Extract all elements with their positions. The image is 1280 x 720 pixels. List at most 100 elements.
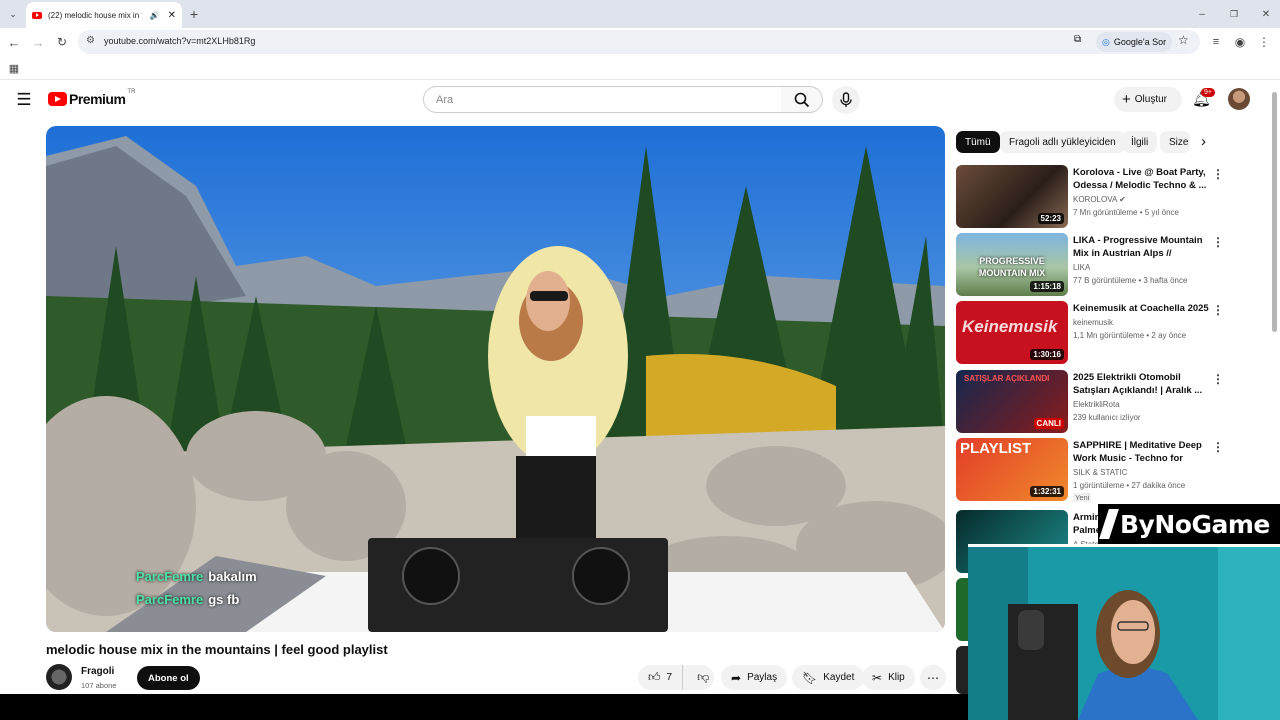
youtube-header: ☰ Premium TR Ara + Oluştur 🔔︎ 9+ [0,81,1270,119]
duration-badge: 1:15:18 [1030,281,1064,292]
clip-label: Klip [888,672,905,683]
create-button[interactable]: + Oluştur [1114,87,1182,112]
video-thumbnail[interactable] [956,646,968,694]
voice-search-button[interactable] [832,86,860,114]
profile-icon[interactable]: ◉ [1232,34,1248,50]
more-horizontal-icon: ⋯ [927,670,939,685]
duration-badge: 1:30:16 [1030,349,1064,360]
browser-toolbar: ← → ↻ ⚙ youtube.com/watch?v=mt2XLHb81Rg … [0,28,1280,56]
clip-button[interactable]: ✂ Klip [862,665,915,690]
search-button[interactable] [781,86,823,113]
install-icon[interactable]: ⧉ [1074,34,1081,45]
video-player[interactable]: ParcFemre bakalım ParcFemre gs fb [46,126,945,632]
chip-label: Tümü [965,136,991,148]
related-channel: keinemusik [1073,318,1114,327]
subscribe-button[interactable]: Abone ol [137,666,200,690]
channel-name[interactable]: Fragoli [81,666,114,677]
new-badge: Yeni [1073,493,1092,502]
browser-menu-icon[interactable]: ⋮ [1256,34,1272,50]
new-tab-icon[interactable]: + [186,6,202,22]
brand-text: ByNoGame [1120,509,1270,539]
chip-label: Fragoli adlı yükleyiciden [1009,136,1116,148]
apps-grid-icon[interactable]: ▦ [6,60,22,76]
related-title: 2025 Elektrikli Otomobil Satışları Açıkl… [1073,372,1203,396]
chips-next-icon[interactable]: › [1201,133,1206,150]
video-thumbnail: SATIŞLAR AÇIKLANDI CANLI [956,370,1068,433]
channel-avatar[interactable] [46,664,72,690]
like-button[interactable]: 👍︎ 7 [638,665,684,690]
chip-from-uploader[interactable]: Fragoli adlı yükleyiciden [1000,131,1125,153]
chip-all[interactable]: Tümü [956,131,1000,153]
more-options-icon[interactable]: ⋮ [1212,440,1224,454]
scissors-icon: ✂ [872,670,883,685]
related-video[interactable]: 52:23 Korolova - Live @ Boat Party, Odes… [956,165,1226,229]
dislike-button[interactable]: 👎︎ [689,670,717,685]
audio-icon[interactable]: 🔊 [150,11,160,20]
region-code: TR [127,89,136,95]
more-actions-button[interactable]: ⋯ [920,665,946,690]
bookmark-star-icon[interactable]: ☆ [1178,33,1189,47]
thumbnail-text: PLAYLIST [960,440,1032,457]
ask-google-button[interactable]: ◎ Google'a Sor [1096,32,1173,52]
close-window-icon[interactable]: ✕ [1258,6,1274,22]
notifications-badge: 9+ [1201,88,1215,97]
share-label: Paylaş [747,672,778,683]
reload-icon[interactable]: ↻ [54,34,70,50]
webcam-feed-image [968,544,1280,720]
chip-for-you[interactable]: Size [1160,131,1190,153]
like-count: 7 [666,672,673,683]
chip-label: Size [1169,136,1189,148]
related-title: Keinemusik at Coachella 2025 [1073,303,1209,314]
avatar[interactable] [1228,88,1250,110]
address-bar[interactable]: ⚙ youtube.com/watch?v=mt2XLHb81Rg ⧉ ◎ Go… [78,30,1200,54]
hamburger-menu-icon[interactable]: ☰ [14,90,34,110]
minimize-icon[interactable]: – [1194,6,1210,22]
share-button[interactable]: ➦ Paylaş [721,665,788,690]
forward-icon[interactable]: → [30,34,46,50]
share-icon: ➦ [731,670,742,685]
notifications-button[interactable]: 🔔︎ 9+ [1192,88,1215,112]
related-meta: 239 kullanıcı izliyor [1073,413,1141,422]
search-icon [794,92,810,108]
chat-text: bakalım [208,569,257,584]
more-options-icon[interactable]: ⋮ [1212,303,1224,317]
site-info-icon[interactable]: ⚙ [86,35,95,46]
tab-list-icon[interactable]: ⌄ [5,6,21,22]
video-title: melodic house mix in the mountains | fee… [46,642,388,657]
chat-username: ParcFemre [136,592,204,607]
related-channel: SILK & STATIC [1073,468,1128,477]
google-lens-icon: ◎ [1102,36,1110,47]
microphone-icon [840,92,852,107]
brand-slash-icon [1099,509,1119,539]
related-video[interactable]: PLAYLIST 1:32:31 SAPPHIRE | Meditative D… [956,438,1226,502]
media-controls-icon[interactable]: ≡ [1208,34,1224,50]
related-video[interactable]: PROGRESSIVE MOUNTAIN MIX 1:15:18 LIKA - … [956,233,1226,297]
restore-icon[interactable]: ❐ [1226,6,1242,22]
live-badge: CANLI [1033,418,1064,429]
related-channel: LIKA [1073,263,1091,272]
related-meta: 1 görüntüleme • 27 dakika önce [1073,481,1186,490]
related-meta: 77 B görüntüleme • 3 hafta önce [1073,276,1188,285]
page-scrollbar[interactable] [1272,92,1277,332]
verified-icon: ✔ [1119,195,1126,204]
close-tab-icon[interactable]: ✕ [168,10,176,21]
browser-tab[interactable]: (22) melodic house mix in t 🔊 ✕ [26,2,182,28]
save-button[interactable]: 🔖︎ Kaydet [792,665,865,690]
related-channel: KOROLOVA ✔ [1073,195,1126,204]
youtube-premium-logo[interactable]: Premium TR [48,89,136,107]
more-options-icon[interactable]: ⋮ [1212,167,1224,181]
save-label: Kaydet [823,672,855,683]
related-title: Korolova - Live @ Boat Party, Odessa / M… [1073,167,1207,191]
like-dislike-group: 👍︎ 7 👎︎ [638,665,714,690]
related-video[interactable]: Keinemusik 1:30:16 Keinemusik at Coachel… [956,301,1226,365]
back-icon[interactable]: ← [6,34,22,50]
video-frame-image [46,126,945,632]
related-meta: 1,1 Mn görüntüleme • 2 ay önce [1073,331,1187,340]
related-video[interactable]: SATIŞLAR AÇIKLANDI CANLI 2025 Elektrikli… [956,370,1226,434]
search-input[interactable]: Ara [423,86,782,113]
video-thumbnail: Keinemusik 1:30:16 [956,301,1068,364]
video-thumbnail[interactable] [956,578,968,641]
chip-related[interactable]: İlgili [1122,131,1158,153]
more-options-icon[interactable]: ⋮ [1212,235,1224,249]
more-options-icon[interactable]: ⋮ [1212,372,1224,386]
